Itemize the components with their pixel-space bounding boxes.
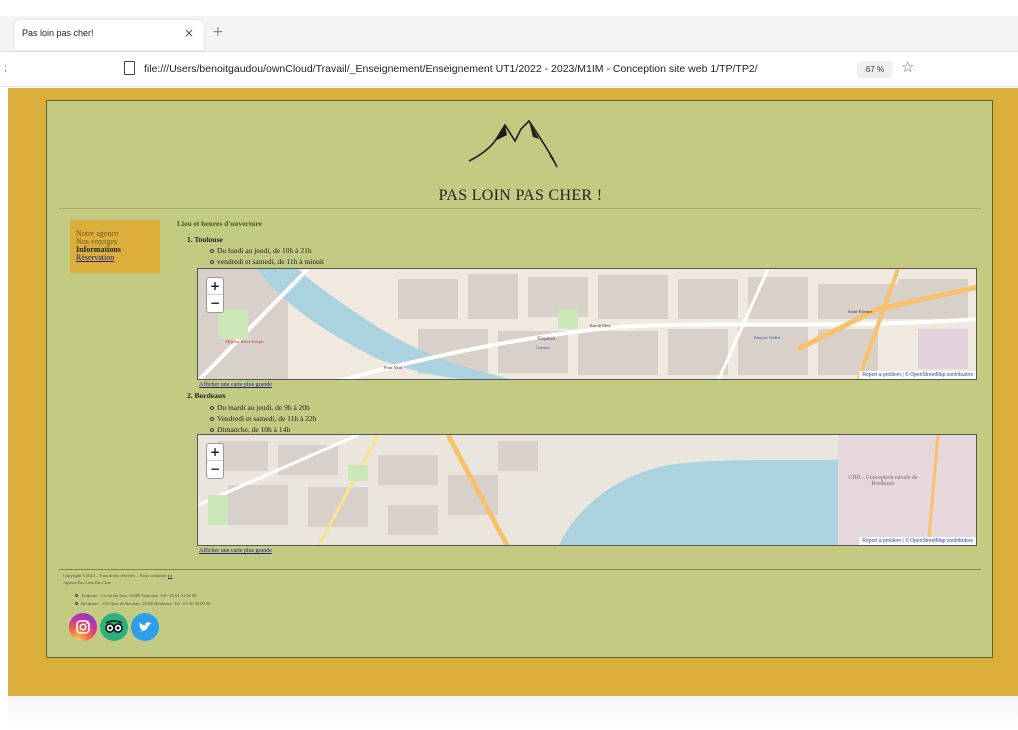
hours-text: Vendredi et samedi, de 11h à 22h	[217, 414, 317, 423]
map-zoom-control: + −	[206, 277, 224, 313]
map-attribution: Report a problem | © OpenStreetMap contr…	[859, 371, 976, 379]
section-title: Lieu et heures d'ouverture	[177, 219, 262, 228]
bullet-icon	[75, 594, 78, 598]
window-bottom-shadow	[8, 696, 1018, 730]
list-item: Toulouse : 11 rue du Taur, 31000 Toulous…	[75, 593, 196, 598]
location-name-bordeaux: 2. Bordeaux	[187, 391, 226, 400]
zoom-in-button[interactable]: +	[207, 278, 223, 295]
map-attribution: Report a problem | © OpenStreetMap contr…	[859, 537, 976, 545]
map-toulouse[interactable]: + − Hôpital Saint-Joseph Pont Neuf Esqui…	[197, 268, 977, 380]
bullet-icon	[210, 406, 214, 411]
site-title: PAS LOIN PAS CHER !	[438, 187, 603, 204]
menu-item-reservation[interactable]: Réservation	[76, 254, 154, 262]
social-links	[69, 613, 159, 643]
list-item: Bordeaux : 135 Quai de Bacalan, 33300 Bo…	[75, 601, 210, 606]
map-bordeaux-tiles	[198, 435, 976, 545]
big-map-link-toulouse[interactable]: Afficher une carte plus grande	[199, 382, 272, 388]
map-label: Carmes	[536, 345, 550, 350]
back-indicator: ;	[4, 63, 7, 74]
tab-active[interactable]: Pas loin pas cher! ×	[14, 20, 204, 50]
big-map-link-bordeaux[interactable]: Afficher une carte plus grande	[199, 548, 272, 554]
attribution-text[interactable]: Report a problem | © OpenStreetMap contr…	[862, 538, 973, 544]
contact-link[interactable]: ici	[168, 573, 173, 578]
bullet-icon	[210, 417, 214, 422]
map-label: Pont Neuf	[384, 365, 403, 370]
tab-bar: Pas loin pas cher! × +	[0, 16, 1018, 52]
map-label: Saint-Étienne	[848, 309, 873, 314]
mountain-logo-icon	[468, 119, 558, 168]
agency-name: Agence Pas Loin Pas Cher	[63, 580, 111, 585]
zoom-out-button[interactable]: −	[207, 461, 223, 478]
bookmark-star-icon[interactable]: ☆	[901, 58, 914, 76]
browser-window: Pas loin pas cher! × + ; file:///Users/b…	[0, 0, 1018, 730]
map-label: Hôpital Saint-Joseph	[226, 339, 264, 344]
bullet-icon	[210, 428, 214, 433]
address-text: Bordeaux : 135 Quai de Bacalan, 33300 Bo…	[81, 601, 211, 606]
copyright-text: Copyright ©2023 – Tous droits réservés –…	[63, 573, 172, 578]
address-text: Toulouse : 11 rue du Taur, 31000 Toulous…	[81, 593, 197, 598]
map-toulouse-tiles	[198, 269, 976, 379]
list-item: vendredi et samedi, de 11h à minuit	[210, 257, 324, 266]
attribution-text[interactable]: Report a problem | © OpenStreetMap contr…	[862, 372, 973, 378]
location-name-toulouse: 1. Toulouse	[187, 235, 223, 244]
map-label: François Verdier	[754, 335, 781, 340]
instagram-icon[interactable]	[69, 613, 97, 641]
tripadvisor-icon[interactable]	[100, 613, 128, 641]
page-icon	[124, 61, 135, 75]
page-background: PAS LOIN PAS CHER ! Notre agence Nos voy…	[8, 88, 1018, 696]
list-item: Vendredi et samedi, de 11h à 22h	[210, 414, 317, 423]
zoom-out-button[interactable]: −	[207, 295, 223, 312]
twitter-icon[interactable]	[131, 613, 159, 641]
hours-text: Dimanche, de 10h à 14h	[217, 425, 291, 434]
map-label: CHB - Conception navale de Bordeaux	[848, 475, 918, 487]
copyright-label: Copyright ©2023 – Tous droits réservés –…	[63, 573, 167, 578]
hours-text: Du mardi au jeudi, de 9h à 20h	[217, 403, 310, 412]
list-item: Du mardi au jeudi, de 9h à 20h	[210, 403, 310, 412]
list-item: Du lundi au jeudi, de 10h à 21h	[210, 246, 312, 255]
address-bar: ; file:///Users/benoitgaudou/ownCloud/Tr…	[0, 53, 1018, 87]
hours-text: Du lundi au jeudi, de 10h à 21h	[217, 246, 312, 255]
zoom-level-badge[interactable]: 67 %	[857, 61, 893, 78]
map-zoom-control: + −	[206, 443, 224, 479]
map-bordeaux[interactable]: + − CHB - Conception navale de Bordeaux …	[197, 434, 977, 546]
bullet-icon	[210, 260, 214, 265]
footer-divider	[59, 569, 981, 570]
hours-text: vendredi et samedi, de 11h à minuit	[217, 257, 324, 266]
close-icon[interactable]: ×	[184, 26, 194, 40]
url-input[interactable]: file:///Users/benoitgaudou/ownCloud/Trav…	[144, 63, 849, 75]
side-menu: Notre agence Nos voyages Informations Ré…	[70, 220, 160, 273]
site-container: PAS LOIN PAS CHER ! Notre agence Nos voy…	[46, 100, 993, 658]
tab-title: Pas loin pas cher!	[22, 28, 94, 38]
bullet-icon	[75, 602, 78, 606]
list-item: Dimanche, de 10h à 14h	[210, 425, 290, 434]
new-tab-icon[interactable]: +	[212, 24, 224, 40]
bullet-icon	[210, 249, 214, 254]
map-label: Esquirol	[538, 337, 555, 342]
zoom-in-button[interactable]: +	[207, 444, 223, 461]
title-divider	[59, 208, 981, 209]
map-label: Rue de Metz	[590, 323, 611, 328]
